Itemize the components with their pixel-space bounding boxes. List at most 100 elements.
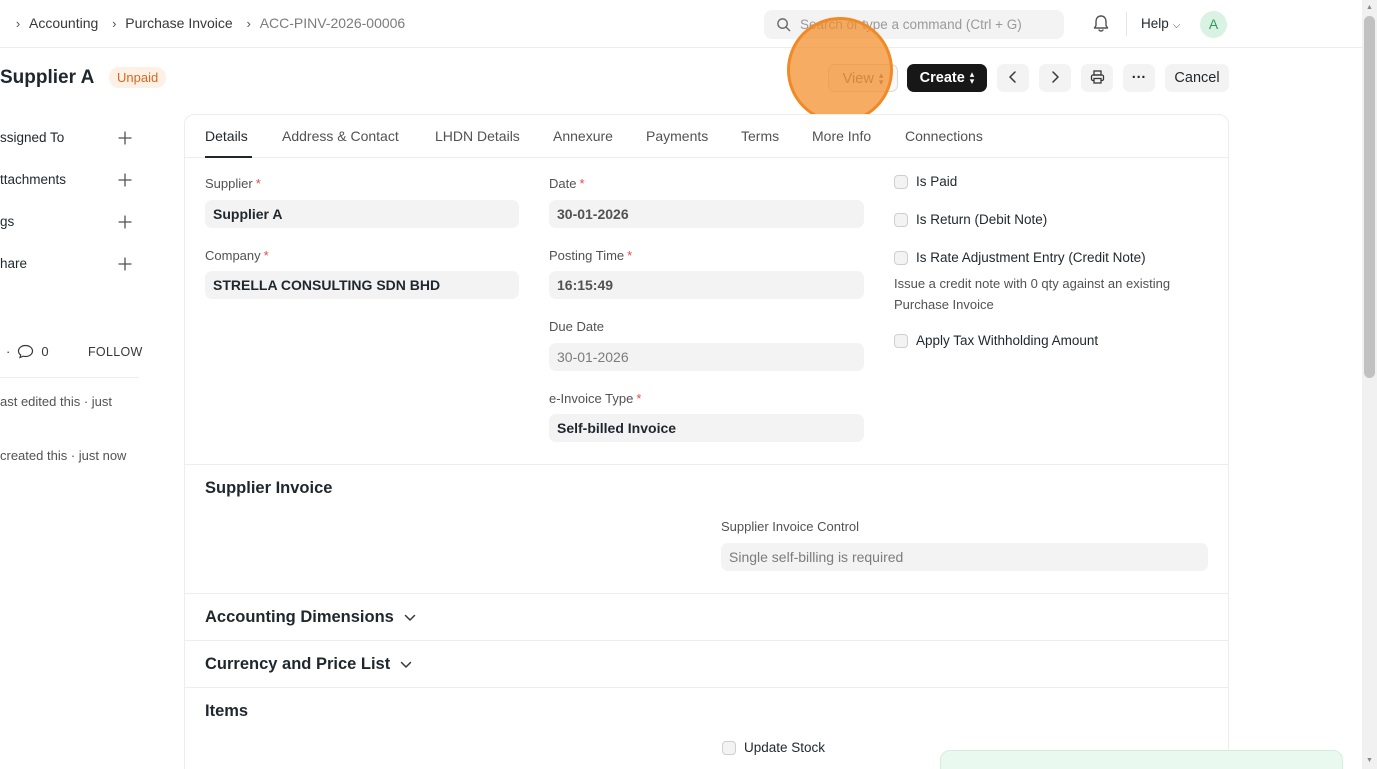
- more-actions-button[interactable]: ···: [1123, 64, 1155, 92]
- plus-icon[interactable]: [118, 131, 132, 145]
- tab-annexure[interactable]: Annexure: [553, 128, 613, 144]
- chevron-right-icon: [1052, 71, 1059, 83]
- active-tab-indicator: [205, 156, 252, 158]
- plus-icon[interactable]: [118, 173, 132, 187]
- posting-time-field[interactable]: 16:15:49: [549, 271, 864, 299]
- tab-details[interactable]: Details: [205, 128, 248, 144]
- create-button-label: Create: [919, 70, 965, 86]
- search-input[interactable]: Search or type a command (Ctrl + G): [764, 10, 1064, 39]
- bell-icon[interactable]: [1092, 14, 1110, 34]
- sidebar-item-share[interactable]: hare: [0, 256, 27, 271]
- tab-terms[interactable]: Terms: [741, 128, 779, 144]
- einvoice-type-field[interactable]: Self-billed Invoice: [549, 414, 864, 442]
- follow-button[interactable]: FOLLOW: [88, 345, 143, 359]
- tab-more-info[interactable]: More Info: [812, 128, 871, 144]
- section-accounting-dimensions-label: Accounting Dimensions: [205, 608, 394, 626]
- section-divider: [185, 593, 1228, 594]
- tab-lhdn-details[interactable]: LHDN Details: [435, 128, 520, 144]
- is-paid-checkbox[interactable]: [894, 175, 908, 189]
- section-currency-price-list[interactable]: Currency and Price List: [205, 655, 412, 674]
- tab-connections[interactable]: Connections: [905, 128, 983, 144]
- previous-doc-button[interactable]: [997, 64, 1029, 92]
- supplier-invoice-control-label: Supplier Invoice Control: [721, 519, 860, 534]
- chevron-down-icon: ⌵: [1172, 20, 1181, 31]
- dot-separator: ·: [6, 344, 11, 359]
- help-dropdown[interactable]: Help ⌵: [1141, 16, 1180, 31]
- section-items: Items: [205, 702, 249, 720]
- avatar[interactable]: A: [1200, 11, 1227, 38]
- rate-adjustment-description: Issue a credit note with 0 qty against a…: [894, 276, 1171, 312]
- date-field[interactable]: 30-01-2026: [549, 200, 864, 228]
- scroll-down-icon[interactable]: ▼: [1364, 756, 1375, 766]
- is-return-checkbox[interactable]: [894, 213, 908, 227]
- sidebar-item-assigned-to[interactable]: ssigned To: [0, 130, 64, 145]
- sidebar-divider: [0, 377, 139, 378]
- activity-item: ast edited this · just: [0, 394, 112, 409]
- page-title: Supplier A: [0, 67, 95, 88]
- next-doc-button[interactable]: [1039, 64, 1071, 92]
- navbar: › Accounting › Purchase Invoice › ACC-PI…: [0, 0, 1362, 48]
- updown-icon: ▴ ▾: [969, 69, 975, 87]
- comment-count: 0: [41, 344, 49, 359]
- print-button[interactable]: [1081, 64, 1113, 92]
- section-divider: [185, 464, 1228, 465]
- company-field[interactable]: STRELLA CONSULTING SDN BHD: [205, 271, 519, 299]
- due-date-field[interactable]: 30-01-2026: [549, 343, 864, 371]
- is-rate-adjustment-checkbox[interactable]: [894, 251, 908, 265]
- help-label: Help: [1141, 16, 1169, 31]
- date-label: Date *: [549, 176, 585, 191]
- due-date-label: Due Date: [549, 319, 604, 334]
- section-currency-price-list-label: Currency and Price List: [205, 655, 391, 673]
- comment-icon: [18, 344, 34, 359]
- chevron-right-icon: ›: [112, 15, 117, 31]
- is-rate-adjustment-label: Is Rate Adjustment Entry (Credit Note): [916, 250, 1146, 265]
- create-button[interactable]: Create ▴ ▾: [907, 64, 987, 92]
- apply-tax-withholding-label: Apply Tax Withholding Amount: [916, 333, 1099, 348]
- plus-icon[interactable]: [118, 257, 132, 271]
- activity-item: created this · just now: [0, 448, 127, 463]
- view-button-label: View: [842, 71, 874, 87]
- section-divider: [185, 640, 1228, 641]
- form-card: Details Address & Contact LHDN Details A…: [184, 114, 1229, 769]
- chevron-left-icon: [1009, 71, 1016, 83]
- scrollbar-thumb[interactable]: [1364, 16, 1375, 378]
- view-button[interactable]: View ▴ ▾: [828, 64, 898, 92]
- cancel-button[interactable]: Cancel: [1165, 64, 1229, 92]
- chevron-right-icon: ›: [246, 15, 251, 31]
- sidebar-item-attachments[interactable]: ttachments: [0, 172, 66, 187]
- chevron-down-icon: [404, 614, 416, 621]
- form-tabs: Details Address & Contact LHDN Details A…: [185, 115, 1228, 158]
- search-placeholder: Search or type a command (Ctrl + G): [800, 17, 1022, 32]
- is-paid-label: Is Paid: [916, 174, 958, 189]
- chevron-right-icon: ›: [15, 15, 21, 31]
- section-divider: [185, 687, 1228, 688]
- printer-icon: [1090, 70, 1104, 84]
- status-badge: Unpaid: [109, 67, 167, 88]
- tab-payments[interactable]: Payments: [646, 128, 708, 144]
- apply-tax-withholding-checkbox[interactable]: [894, 334, 908, 348]
- search-icon: [777, 18, 791, 32]
- breadcrumb-purchase-invoice[interactable]: Purchase Invoice: [125, 15, 232, 31]
- navbar-divider: [1126, 12, 1127, 36]
- breadcrumb-accounting[interactable]: Accounting: [29, 15, 98, 31]
- sidebar-comment-meta: · 0: [0, 344, 49, 359]
- updown-icon: ▴ ▾: [878, 70, 884, 88]
- update-stock-checkbox[interactable]: [722, 741, 736, 755]
- posting-time-label: Posting Time *: [549, 248, 633, 263]
- chevron-down-icon: [400, 661, 412, 668]
- supplier-invoice-control-field[interactable]: Single self-billing is required: [721, 543, 1208, 571]
- section-accounting-dimensions[interactable]: Accounting Dimensions: [205, 608, 416, 627]
- is-return-label: Is Return (Debit Note): [916, 212, 1048, 227]
- toast-notification: [940, 750, 1343, 769]
- company-label: Company *: [205, 248, 269, 263]
- scroll-up-icon[interactable]: ▲: [1364, 3, 1375, 13]
- tab-address-contact[interactable]: Address & Contact: [282, 128, 399, 144]
- supplier-field[interactable]: Supplier A: [205, 200, 519, 228]
- update-stock-label: Update Stock: [744, 740, 826, 755]
- section-supplier-invoice: Supplier Invoice: [205, 479, 333, 497]
- plus-icon[interactable]: [118, 215, 132, 229]
- supplier-label: Supplier *: [205, 176, 261, 191]
- breadcrumb: › Accounting › Purchase Invoice › ACC-PI…: [12, 15, 415, 31]
- sidebar-item-tags[interactable]: gs: [0, 214, 14, 229]
- breadcrumb-document-id[interactable]: ACC-PINV-2026-00006: [260, 15, 406, 31]
